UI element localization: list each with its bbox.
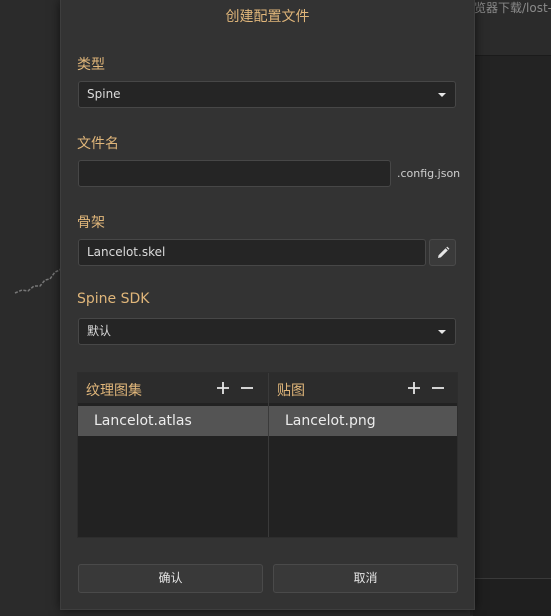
dialog-title: 创建配置文件 (225, 9, 310, 25)
filename-input[interactable] (78, 160, 391, 187)
minus-icon (241, 387, 253, 389)
background-path-text: 览器下载/lost- (474, 1, 551, 15)
list-item-texture[interactable]: Lancelot.png (269, 406, 457, 436)
background-right-panel (470, 0, 551, 615)
add-texture-button[interactable] (405, 379, 423, 397)
skeleton-label: 骨架 (77, 215, 105, 231)
filename-label: 文件名 (77, 136, 119, 152)
remove-texture-button[interactable] (429, 379, 447, 397)
create-config-dialog: 创建配置文件 类型 Spine 文件名 .config.json 骨架 Lanc… (60, 0, 475, 610)
type-select[interactable]: Spine (78, 81, 456, 108)
add-atlas-button[interactable] (214, 379, 232, 397)
type-label: 类型 (77, 57, 105, 73)
chevron-down-icon (438, 330, 446, 334)
plus-icon (217, 382, 229, 394)
texture-list-title: 贴图 (277, 383, 305, 399)
pencil-icon (438, 246, 450, 258)
background-curve (14, 263, 64, 294)
texture-list: 贴图 Lancelot.png (269, 373, 457, 537)
edit-skeleton-button[interactable] (429, 239, 456, 266)
sdk-select-value: 默认 (87, 324, 112, 338)
sdk-label: Spine SDK (77, 291, 150, 307)
type-select-value: Spine (87, 87, 121, 101)
confirm-button[interactable]: 确认 (78, 564, 263, 593)
cancel-button[interactable]: 取消 (273, 564, 458, 593)
skeleton-input[interactable]: Lancelot.skel (78, 239, 426, 266)
atlas-list-title: 纹理图集 (86, 383, 142, 399)
chevron-down-icon (438, 93, 446, 97)
remove-atlas-button[interactable] (238, 379, 256, 397)
background-bottom-strip (473, 578, 551, 616)
asset-lists: 纹理图集 Lancelot.atlas 贴图 Lancelot.png (77, 372, 458, 538)
plus-icon (408, 382, 420, 394)
list-item-atlas[interactable]: Lancelot.atlas (78, 406, 268, 436)
atlas-list-header: 纹理图集 (78, 373, 268, 403)
atlas-list: 纹理图集 Lancelot.atlas (78, 373, 269, 537)
texture-list-header: 贴图 (269, 373, 457, 403)
filename-suffix: .config.json (397, 167, 461, 180)
minus-icon (432, 387, 444, 389)
sdk-select[interactable]: 默认 (78, 318, 456, 345)
